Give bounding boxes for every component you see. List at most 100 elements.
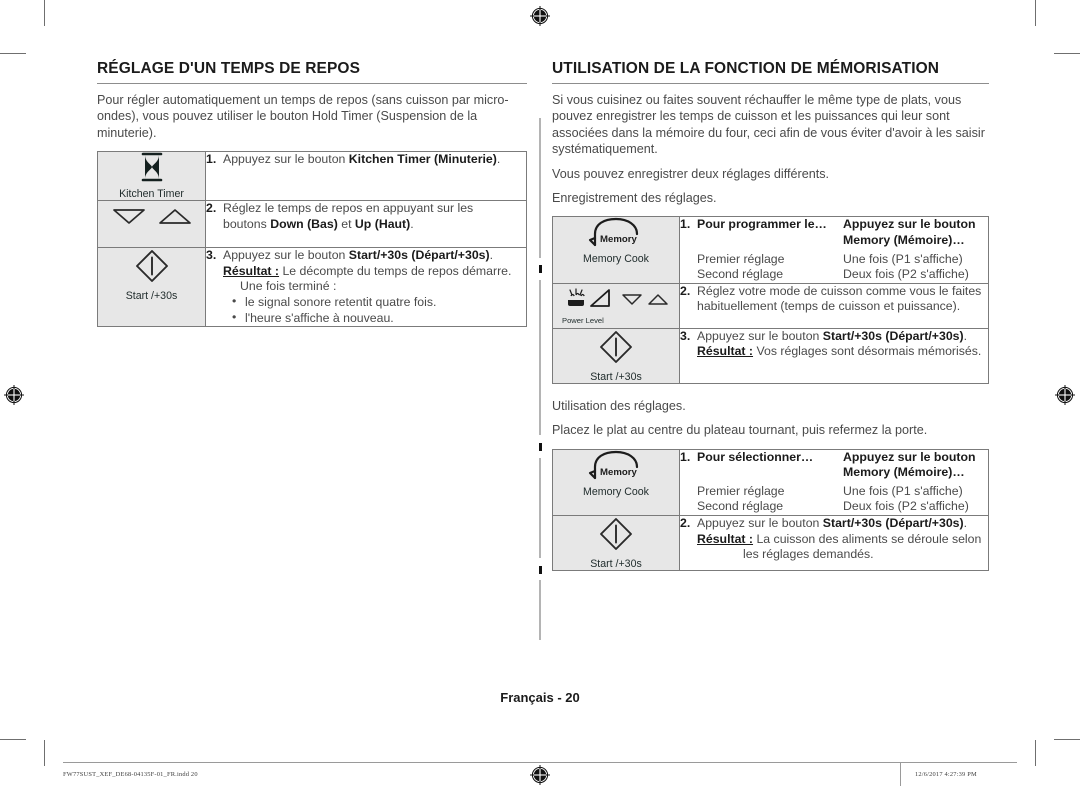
right-intro-paragraph-2: Vous pouvez enregistrer deux réglages di…: [552, 166, 830, 181]
power-level-label: Power Level: [562, 315, 604, 325]
start-plus30s-button-cell[interactable]: Start /+30s: [552, 515, 680, 571]
memory-use-steps-table: Memory Memory Cook 1. Pour sélectionner…: [552, 448, 989, 571]
setting-name: Premier réglage: [697, 251, 785, 266]
crop-mark-bottom-left: [44, 740, 45, 766]
memory-cook-label: Memory Cook: [583, 485, 649, 498]
kitchen-timer-button-cell[interactable]: Kitchen Timer: [97, 151, 206, 202]
setting-action: Deux fois (P2 s'affiche): [843, 267, 969, 282]
footer-rule-divider: [900, 762, 901, 786]
step-number: 3.: [680, 328, 691, 343]
down-up-arrows-icon: [112, 209, 191, 225]
hourglass-icon: [141, 152, 162, 182]
setting-name: Premier réglage: [697, 483, 785, 498]
crop-mark-right-bottom: [1054, 739, 1080, 740]
column-header-right: Appuyez sur le bouton Memory (Mémoire)…: [843, 217, 976, 248]
table-row: Start /+30s 3. Appuyez sur le bouton Sta…: [97, 247, 527, 328]
page-title-left: RÉGLAGE D'UN TEMPS DE REPOS: [97, 60, 527, 84]
registration-mark-right: [1055, 385, 1075, 405]
list-item: l'heure s'affiche à nouveau.: [223, 310, 526, 327]
step-number: 1.: [680, 449, 691, 464]
result-label: Résultat :: [697, 531, 754, 546]
memory-use-step-1-cell: 1. Pour sélectionner… Appuyez sur le bou…: [679, 448, 989, 517]
result-label: Résultat :: [223, 263, 280, 278]
start-diamond-icon: [600, 330, 632, 363]
crop-mark-left-top: [0, 53, 26, 54]
step-text: Appuyez sur le bouton Start/+30s (Départ…: [697, 328, 968, 343]
memory-record-step-1-cell: 1. Pour programmer le… Appuyez sur le bo…: [679, 216, 989, 284]
table-row: Start /+30s 3. Appuyez sur le bouton Sta…: [552, 327, 989, 384]
start-diamond-icon: [135, 250, 168, 283]
result-text: Vos réglages sont désormais mémorisés.: [756, 344, 982, 359]
hold-timer-steps-table: Kitchen Timer 1. Appuyez sur le bouton K…: [97, 151, 527, 328]
svg-text:Memory: Memory: [600, 234, 637, 245]
use-settings-paragraph-1: Utilisation des réglages.: [552, 398, 686, 413]
memory-cook-label: Memory Cook: [583, 253, 649, 266]
step-result: Résultat : La cuisson des aliments se dé…: [697, 532, 988, 563]
left-column: RÉGLAGE D'UN TEMPS DE REPOS Pour régler …: [97, 60, 527, 328]
setting-name: Second réglage: [697, 267, 784, 282]
crop-mark-right-top: [1054, 53, 1080, 54]
memory-cook-icon: Memory: [588, 218, 639, 247]
step-number: 2.: [680, 516, 691, 530]
start-plus30s-label: Start /+30s: [125, 290, 178, 303]
power-level-button-cell[interactable]: Power Level: [552, 282, 680, 329]
step-result: Résultat : Vos réglages sont désormais m…: [697, 344, 988, 360]
table-row: Start /+30s 2. Appuyez sur le bouton Sta…: [552, 515, 989, 571]
start-plus30s-label: Start /+30s: [590, 558, 642, 570]
table-row: Kitchen Timer 1. Appuyez sur le bouton K…: [97, 151, 527, 202]
page-folio: Français - 20: [500, 690, 580, 705]
table-row: Power Level 2. Réglez votre mode de cuis…: [552, 282, 989, 329]
indd-filename: FW77SUST_XEF_DE68-04135F-01_FR.indd 20: [63, 771, 198, 778]
registration-mark-left: [4, 385, 24, 405]
start-plus30s-label: Start /+30s: [590, 370, 642, 383]
down-up-buttons-cell[interactable]: [97, 200, 206, 249]
printed-page: RÉGLAGE D'UN TEMPS DE REPOS Pour régler …: [0, 0, 1080, 792]
power-level-icon: [568, 288, 668, 307]
crop-mark-bottom-right: [1035, 740, 1036, 766]
step-text: Appuyez sur le bouton Start/+30s (Départ…: [697, 516, 968, 530]
table-row: Memory Memory Cook 1. Pour programmer le…: [552, 216, 989, 284]
step-number: 3.: [206, 248, 217, 263]
memory-record-step-3-cell: 3. Appuyez sur le bouton Start/+30s (Dép…: [679, 327, 989, 384]
step-2-text-cell: 2. Réglez le temps de repos en appuyant …: [205, 200, 527, 249]
left-intro-paragraph: Pour régler automatiquement un temps de …: [97, 93, 509, 140]
setting-name: Second réglage: [697, 499, 784, 514]
step-text: Réglez le temps de repos en appuyant sur…: [223, 201, 474, 231]
memory-use-step-2-cell: 2. Appuyez sur le bouton Start/+30s (Dép…: [679, 515, 989, 571]
memory-cook-button-cell[interactable]: Memory Memory Cook: [552, 216, 680, 284]
step-text: Réglez votre mode de cuisson comme vous …: [697, 283, 982, 314]
setting-action: Deux fois (P2 s'affiche): [843, 499, 969, 514]
crop-mark-top-right: [1035, 0, 1036, 26]
step-1-text-cell: 1. Appuyez sur le bouton Kitchen Timer (…: [205, 151, 527, 202]
right-intro-paragraph-3: Enregistrement des réglages.: [552, 191, 717, 206]
table-row: 2. Réglez le temps de repos en appuyant …: [97, 200, 527, 249]
result-text-cont: les réglages demandés.: [743, 547, 874, 562]
step-text: Appuyez sur le bouton Kitchen Timer (Min…: [223, 152, 501, 167]
memory-record-steps-table: Memory Memory Cook 1. Pour programmer le…: [552, 216, 989, 384]
start-plus30s-button-cell[interactable]: Start /+30s: [552, 327, 680, 384]
step-3-text-cell: 3. Appuyez sur le bouton Start/+30s (Dép…: [205, 247, 527, 328]
kitchen-timer-label: Kitchen Timer: [119, 188, 184, 201]
result-text: La cuisson des aliments se déroule selon: [756, 531, 982, 546]
crop-mark-left-bottom: [0, 739, 26, 740]
footer-rule-top: [63, 762, 1017, 763]
memory-cook-button-cell[interactable]: Memory Memory Cook: [552, 448, 680, 517]
indd-timestamp: 12/6/2017 4:27:39 PM: [915, 771, 977, 778]
use-settings-paragraph-2: Placez le plat au centre du plateau tour…: [552, 423, 928, 438]
memory-cook-icon: Memory: [588, 450, 639, 479]
memory-record-step-2-cell: 2. Réglez votre mode de cuisson comme vo…: [679, 282, 989, 329]
setting-action: Une fois (P1 s'affiche): [843, 251, 963, 266]
table-row: Memory Memory Cook 1. Pour sélectionner…: [552, 448, 989, 517]
svg-text:Memory: Memory: [600, 467, 637, 478]
page-title-right: UTILISATION DE LA FONCTION DE MÉMORISATI…: [552, 60, 989, 84]
start-diamond-icon: [600, 518, 632, 550]
right-intro-paragraph-1: Si vous cuisinez ou faites souvent récha…: [552, 93, 985, 157]
result-label: Résultat :: [697, 344, 754, 359]
column-header-left: Pour programmer le…: [697, 217, 827, 232]
step-number: 1.: [680, 217, 691, 232]
step-text: Appuyez sur le bouton Start/+30s (Départ…: [223, 248, 494, 263]
setting-action: Une fois (P1 s'affiche): [843, 483, 963, 498]
start-plus30s-button-cell[interactable]: Start /+30s: [97, 247, 206, 328]
column-header-right: Appuyez sur le bouton Memory (Mémoire)…: [843, 449, 976, 480]
crop-mark-top-left: [44, 0, 45, 26]
